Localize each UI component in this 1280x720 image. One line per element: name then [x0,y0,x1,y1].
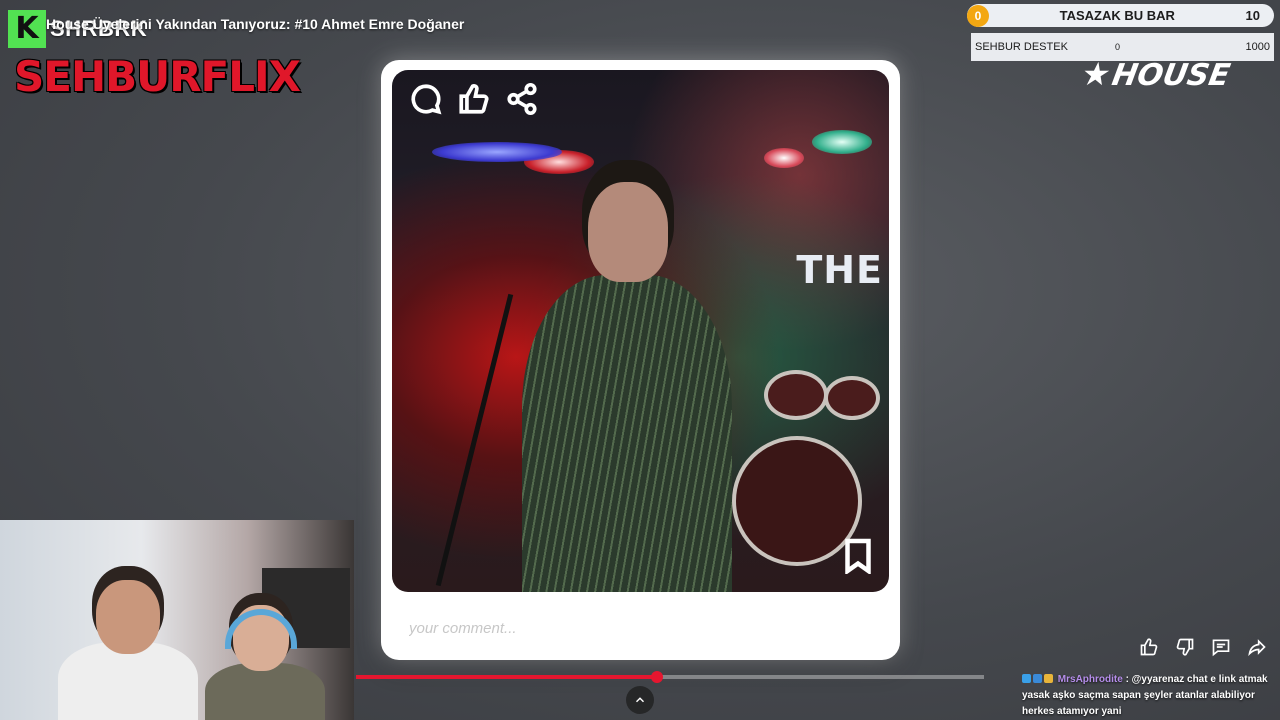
support-label: SEHBUR DESTEK [975,41,1068,53]
comment-input[interactable] [409,616,869,640]
expand-button[interactable] [626,686,654,714]
brand-logo-text: SEHBURFLIX [14,52,301,101]
goal-label: TASAZAK BU BAR [1059,8,1175,23]
stage-light [764,148,804,168]
post-card: THE [381,60,900,660]
seek-bar-handle[interactable] [651,671,664,683]
chat-badges [1022,672,1055,688]
support-min: 0 [1115,42,1121,52]
card-icon-row [409,82,539,121]
stage-light [432,142,562,162]
action-row [1136,632,1270,662]
goal-target: 10 [1245,8,1260,23]
comment-icon[interactable] [409,82,443,121]
star-icon: ★ [1078,55,1115,93]
seek-bar[interactable] [356,671,984,683]
share-icon[interactable] [505,82,539,121]
streamer-right [205,605,325,720]
house-logo-text: HOUSE [1109,58,1233,93]
stage-banner-text: THE [796,248,883,292]
channel-badge: K [8,10,46,48]
drum [764,370,828,420]
support-max: 1000 [1245,41,1270,53]
webcam-feed [0,520,354,720]
thumbs-up-icon[interactable] [1136,632,1162,662]
share-icon[interactable] [1244,632,1270,662]
goal-count-badge: 0 [967,4,989,27]
streamer-left [58,580,198,720]
badge-icon [1033,674,1042,683]
drum [824,376,880,420]
stage-light [812,130,872,154]
thumbs-down-icon[interactable] [1172,632,1198,662]
singer-head [588,182,668,282]
house-logo: ★HOUSE [1079,55,1233,93]
chat-username: MrsAphrodite [1057,674,1123,685]
video-title[interactable]: House Üyelerini Yakından Tanıyoruz: #10 … [46,16,464,32]
seek-bar-progress [356,675,658,679]
comment-icon[interactable] [1208,632,1234,662]
singer [522,275,732,592]
post-photo: THE [392,70,889,592]
like-icon[interactable] [457,82,491,121]
chevron-up-icon [635,697,645,703]
badge-icon [1022,674,1031,683]
goal-bar: 0 TASAZAK BU BAR 10 [967,4,1274,27]
badge-icon [1044,674,1053,683]
chat-message: MrsAphrodite : @yyarenaz chat e link atm… [1022,672,1274,720]
mic-stand [435,293,514,587]
